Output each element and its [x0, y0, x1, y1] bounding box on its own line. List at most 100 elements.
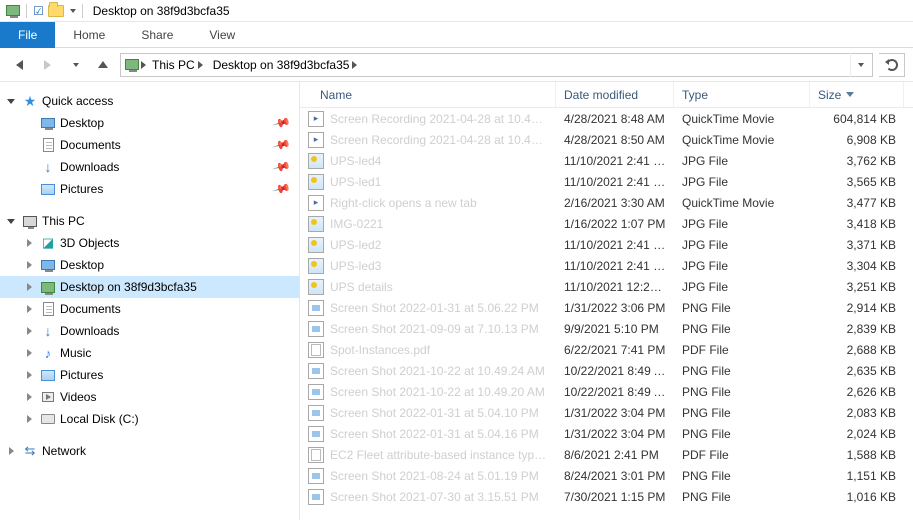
file-row[interactable]: Screen Shot 2021-10-22 at 10.49.24 AM10/… — [300, 360, 913, 381]
address-root-icon[interactable] — [125, 59, 139, 70]
tree-item-desktop[interactable]: Desktop📌 — [0, 112, 299, 134]
file-type-pdf-icon — [308, 447, 324, 463]
tree-this-pc[interactable]: This PC — [0, 210, 299, 232]
tree-item-videos[interactable]: Videos — [0, 386, 299, 408]
column-header-size[interactable]: Size — [810, 82, 904, 107]
file-row[interactable]: UPS details11/10/2021 12:21 ...JPG File3… — [300, 276, 913, 297]
tree-item-music[interactable]: ♪Music — [0, 342, 299, 364]
column-header-date[interactable]: Date modified — [556, 82, 674, 107]
file-row[interactable]: Screen Recording 2021-04-28 at 10.44.05 … — [300, 108, 913, 129]
ribbon-tab-view[interactable]: View — [191, 22, 253, 48]
file-type-png-icon — [308, 405, 324, 421]
expander-icon[interactable] — [22, 346, 36, 360]
file-name: Right-click opens a new tab — [330, 196, 477, 210]
desktop-icon — [40, 115, 56, 131]
nav-up-button[interactable] — [92, 54, 114, 76]
file-row[interactable]: Spot-Instances.pdf6/22/2021 7:41 PMPDF F… — [300, 339, 913, 360]
breadcrumb-this-pc[interactable]: This PC — [148, 54, 207, 76]
cell-size: 2,839 KB — [810, 322, 904, 336]
file-row[interactable]: UPS-led211/10/2021 2:41 PMJPG File3,371 … — [300, 234, 913, 255]
tree-item-local-disk-c-[interactable]: Local Disk (C:) — [0, 408, 299, 430]
file-name: Spot-Instances.pdf — [330, 343, 430, 357]
file-row[interactable]: Screen Shot 2021-10-22 at 10.49.20 AM10/… — [300, 381, 913, 402]
cell-type: JPG File — [674, 259, 810, 273]
expander-icon[interactable] — [22, 368, 36, 382]
file-row[interactable]: Screen Shot 2022-01-31 at 5.06.22 PM1/31… — [300, 297, 913, 318]
expander-icon[interactable] — [22, 324, 36, 338]
file-row[interactable]: IMG-02211/16/2022 1:07 PMJPG File3,418 K… — [300, 213, 913, 234]
file-name: Screen Shot 2022-01-31 at 5.04.10 PM — [330, 406, 539, 420]
expander-icon[interactable] — [4, 94, 18, 108]
file-row[interactable]: Screen Shot 2021-08-24 at 5.01.19 PM8/24… — [300, 465, 913, 486]
file-row[interactable]: EC2 Fleet attribute-based instance type … — [300, 444, 913, 465]
pin-icon: 📌 — [272, 157, 292, 177]
cell-name: Spot-Instances.pdf — [300, 342, 556, 358]
file-row[interactable]: Screen Recording 2021-04-28 at 10.49.51 … — [300, 129, 913, 150]
cell-size: 2,083 KB — [810, 406, 904, 420]
tree-item-desktop[interactable]: Desktop — [0, 254, 299, 276]
tree-quick-access[interactable]: ★ Quick access — [0, 90, 299, 112]
expander-icon[interactable] — [22, 258, 36, 272]
tree-item-documents[interactable]: Documents📌 — [0, 134, 299, 156]
breadcrumb-current[interactable]: Desktop on 38f9d3bcfa35 — [209, 54, 362, 76]
expander-icon[interactable] — [22, 390, 36, 404]
qat-properties-icon[interactable]: ☑ — [33, 4, 44, 18]
network-icon: ⇆ — [22, 443, 38, 459]
file-name: Screen Shot 2021-09-09 at 7.10.13 PM — [330, 322, 539, 336]
cell-name: EC2 Fleet attribute-based instance type … — [300, 447, 556, 463]
chevron-right-icon[interactable] — [141, 61, 146, 69]
tree-item-documents[interactable]: Documents — [0, 298, 299, 320]
expander-icon[interactable] — [22, 280, 36, 294]
cell-date: 11/10/2021 2:41 PM — [556, 154, 674, 168]
navigation-pane: ★ Quick access Desktop📌Documents📌↓Downlo… — [0, 82, 300, 520]
cell-date: 7/30/2021 1:15 PM — [556, 490, 674, 504]
tree-item-desktop-on-38f9d3bcfa35[interactable]: Desktop on 38f9d3bcfa35 — [0, 276, 299, 298]
expander-icon[interactable] — [4, 444, 18, 458]
nav-recent-caret[interactable] — [64, 54, 86, 76]
qat-newfolder-icon[interactable] — [48, 5, 64, 17]
file-row[interactable]: Screen Shot 2021-07-30 at 3.15.51 PM7/30… — [300, 486, 913, 507]
file-row[interactable]: UPS-led111/10/2021 2:41 PMJPG File3,565 … — [300, 171, 913, 192]
tree-item-downloads[interactable]: ↓Downloads📌 — [0, 156, 299, 178]
nav-forward-button[interactable] — [36, 54, 58, 76]
file-name: UPS-led3 — [330, 259, 381, 273]
cell-name: Screen Shot 2021-09-09 at 7.10.13 PM — [300, 321, 556, 337]
expander-icon[interactable] — [22, 302, 36, 316]
tree-item-pictures[interactable]: Pictures — [0, 364, 299, 386]
file-row[interactable]: Screen Shot 2021-09-09 at 7.10.13 PM9/9/… — [300, 318, 913, 339]
nav-back-button[interactable] — [8, 54, 30, 76]
tree-item-pictures[interactable]: Pictures📌 — [0, 178, 299, 200]
tree-label: Desktop on 38f9d3bcfa35 — [60, 280, 197, 294]
file-row[interactable]: Right-click opens a new tab2/16/2021 3:3… — [300, 192, 913, 213]
cell-date: 6/22/2021 7:41 PM — [556, 343, 674, 357]
tree-label: Network — [42, 444, 86, 458]
title-bar: ☑ Desktop on 38f9d3bcfa35 — [0, 0, 913, 22]
expander-icon[interactable] — [22, 412, 36, 426]
ribbon-tab-share[interactable]: Share — [123, 22, 191, 48]
ribbon-file-tab[interactable]: File — [0, 22, 55, 48]
ribbon-tab-home[interactable]: Home — [55, 22, 123, 48]
column-label: Name — [320, 88, 352, 102]
address-history-caret[interactable] — [850, 53, 868, 77]
chevron-right-icon — [198, 61, 203, 69]
tree-label: Documents — [60, 302, 121, 316]
refresh-button[interactable] — [879, 53, 905, 77]
file-row[interactable]: Screen Shot 2022-01-31 at 5.04.10 PM1/31… — [300, 402, 913, 423]
tree-item-3d-objects[interactable]: ◪3D Objects — [0, 232, 299, 254]
file-row[interactable]: UPS-led411/10/2021 2:41 PMJPG File3,762 … — [300, 150, 913, 171]
column-header-type[interactable]: Type — [674, 82, 810, 107]
file-type-jpg-icon — [308, 279, 324, 295]
qat-customize-caret-icon[interactable] — [70, 9, 76, 13]
tree-item-downloads[interactable]: ↓Downloads — [0, 320, 299, 342]
cell-name: Screen Shot 2021-07-30 at 3.15.51 PM — [300, 489, 556, 505]
file-row[interactable]: UPS-led311/10/2021 2:41 PMJPG File3,304 … — [300, 255, 913, 276]
tree-label: Desktop — [60, 116, 104, 130]
address-bar[interactable]: This PC Desktop on 38f9d3bcfa35 — [120, 53, 873, 77]
tree-network[interactable]: ⇆ Network — [0, 440, 299, 462]
pc-icon — [22, 213, 38, 229]
expander-icon[interactable] — [4, 214, 18, 228]
expander-icon[interactable] — [22, 236, 36, 250]
cell-size: 3,565 KB — [810, 175, 904, 189]
file-row[interactable]: Screen Shot 2022-01-31 at 5.04.16 PM1/31… — [300, 423, 913, 444]
column-header-name[interactable]: Name — [300, 82, 556, 107]
